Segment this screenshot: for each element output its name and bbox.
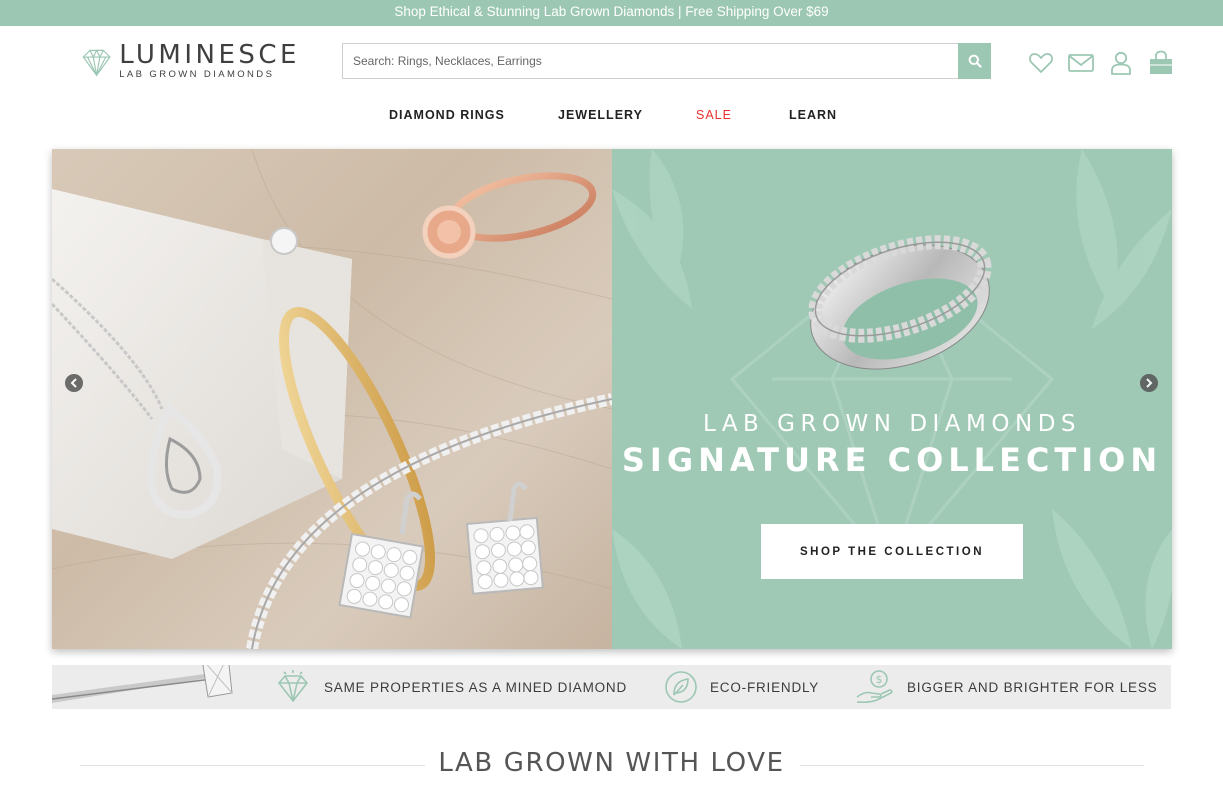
hero-title: SIGNATURE COLLECTION — [621, 441, 1163, 479]
brand-name: LUMINESCE — [119, 40, 300, 70]
header-icons — [1026, 48, 1186, 78]
wishlist-button[interactable] — [1026, 48, 1056, 78]
announcement-text: Shop Ethical & Stunning Lab Grown Diamon… — [394, 4, 829, 19]
benefit-eco-friendly: ECO-FRIENDLY — [664, 665, 819, 709]
brand-logo[interactable]: LUMINESCE LAB GROWN DIAMONDS — [80, 40, 300, 84]
section-heading: LAB GROWN WITH LOVE — [0, 748, 1223, 778]
jewellery-photo-illustration — [52, 149, 612, 649]
brand-tagline: LAB GROWN DIAMONDS — [119, 69, 275, 80]
announcement-bar: Shop Ethical & Stunning Lab Grown Diamon… — [0, 0, 1223, 26]
benefit-bigger-brighter: $ BIGGER AND BRIGHTER FOR LESS — [855, 665, 1157, 709]
search-bar — [342, 43, 991, 79]
benefit-label: BIGGER AND BRIGHTER FOR LESS — [907, 679, 1158, 695]
diamond-logo-icon — [82, 49, 111, 77]
section-title: LAB GROWN WITH LOVE — [438, 748, 785, 778]
hero-promo-panel: LAB GROWN DIAMONDS SIGNATURE COLLECTION … — [612, 149, 1172, 649]
hand-money-icon: $ — [856, 670, 893, 704]
search-icon — [968, 54, 982, 68]
benefit-label: ECO-FRIENDLY — [710, 679, 820, 695]
search-button[interactable] — [958, 43, 991, 79]
hero-product-photo — [52, 149, 612, 649]
envelope-icon — [1068, 54, 1094, 72]
hero-slider: LAB GROWN DIAMONDS SIGNATURE COLLECTION … — [52, 149, 1172, 649]
chevron-left-icon — [70, 378, 77, 388]
silver-ring-illustration — [808, 235, 992, 370]
benefit-same-properties: SAME PROPERTIES AS A MINED DIAMOND — [274, 665, 627, 709]
slider-prev-button[interactable] — [65, 374, 83, 392]
benefits-strip: SAME PROPERTIES AS A MINED DIAMOND ECO-F… — [52, 665, 1171, 709]
chevron-right-icon — [1146, 378, 1153, 388]
benefit-label: SAME PROPERTIES AS A MINED DIAMOND — [324, 679, 628, 695]
shop-collection-button[interactable]: SHOP THE COLLECTION — [761, 524, 1023, 579]
search-input[interactable] — [342, 43, 959, 79]
leaf-icon — [665, 671, 697, 703]
account-button[interactable] — [1106, 48, 1136, 78]
heart-icon — [1029, 53, 1053, 73]
nav-item-jewellery[interactable]: JEWELLERY — [558, 108, 643, 122]
user-icon — [1111, 51, 1131, 75]
nav-item-learn[interactable]: LEARN — [789, 108, 837, 122]
svg-text:$: $ — [876, 673, 883, 686]
tweezers-diamond-illustration — [52, 665, 233, 703]
contact-button[interactable] — [1066, 48, 1096, 78]
site-header: LUMINESCE LAB GROWN DIAMONDS — [0, 26, 1223, 98]
slider-next-button[interactable] — [1140, 374, 1158, 392]
shopping-bag-icon — [1150, 50, 1172, 74]
main-nav: DIAMOND RINGS JEWELLERY SALE LEARN — [0, 98, 1223, 134]
nav-item-sale[interactable]: SALE — [696, 108, 732, 122]
nav-item-diamond-rings[interactable]: DIAMOND RINGS — [389, 108, 505, 122]
cart-button[interactable] — [1146, 48, 1176, 78]
diamond-icon — [277, 670, 309, 703]
hero-subtitle: LAB GROWN DIAMONDS — [702, 411, 1082, 437]
